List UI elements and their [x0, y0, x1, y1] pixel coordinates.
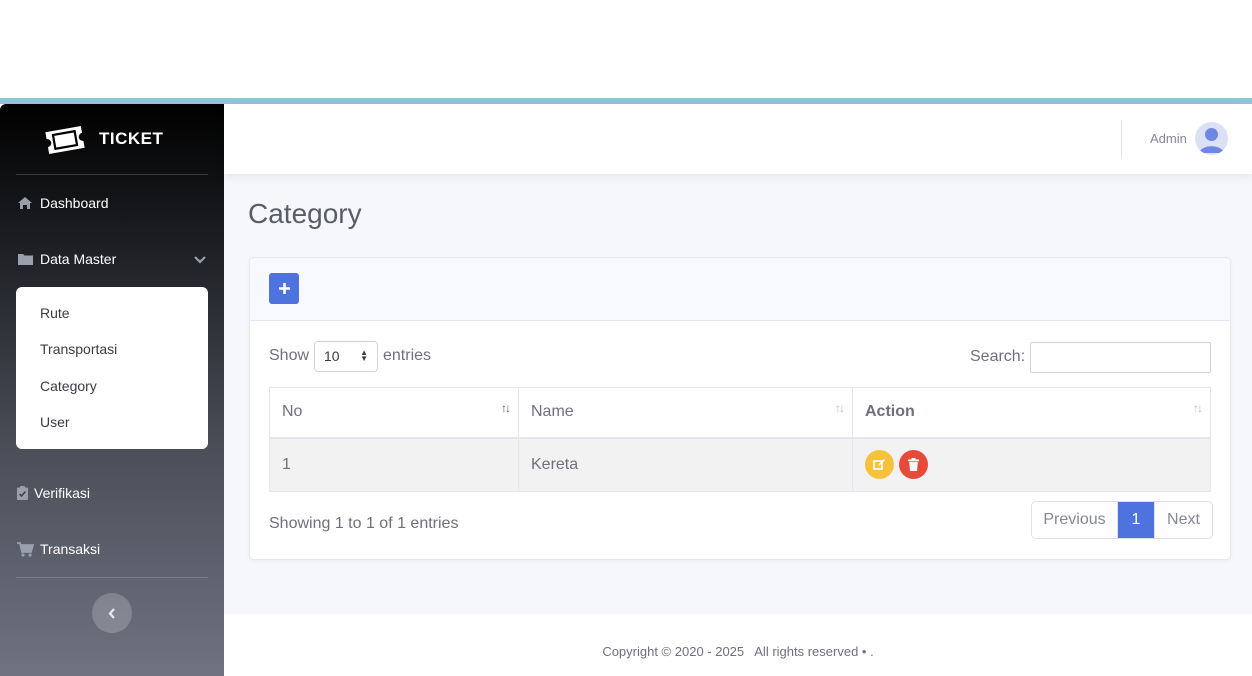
- delete-button[interactable]: [899, 450, 929, 480]
- submenu-item-transportasi[interactable]: Transportasi: [40, 341, 117, 357]
- submenu-item-rute[interactable]: Rute: [40, 305, 70, 321]
- main-content: Category Show 10 ▲ ▼ entries Search: No ↑…: [224, 174, 1252, 614]
- clipboard-check-icon: [16, 484, 28, 502]
- sidebar-item-transaksi[interactable]: Transaksi: [16, 536, 208, 562]
- footer: Copyright © 2020 - 2025 All rights reser…: [224, 614, 1252, 676]
- add-category-button[interactable]: [269, 273, 299, 304]
- column-header-name[interactable]: Name ↑↓: [518, 387, 853, 439]
- home-icon: [16, 194, 34, 212]
- sidebar-item-label: Verifikasi: [34, 485, 91, 501]
- length-show-label: Show: [269, 347, 310, 364]
- sort-icon: ↑↓: [1193, 401, 1203, 415]
- length-entries-label: entries: [383, 347, 432, 364]
- cell-name: Kereta: [518, 437, 853, 492]
- page-title: Category: [248, 198, 362, 229]
- pagination-page-1[interactable]: 1: [1118, 502, 1154, 538]
- sort-icon: ↑↓: [501, 401, 511, 415]
- sidebar-item-data-master[interactable]: Data Master: [16, 246, 208, 272]
- column-header-no[interactable]: No ↑↓: [269, 387, 519, 439]
- trash-icon: [908, 458, 920, 472]
- pagination-next-button[interactable]: Next: [1154, 502, 1212, 538]
- edit-icon: [873, 459, 885, 471]
- search-label: Search:: [970, 348, 1026, 365]
- sidebar-item-label: Transaksi: [40, 541, 101, 557]
- pagination: Previous 1 Next: [1031, 501, 1213, 539]
- submenu-item-user[interactable]: User: [40, 414, 70, 430]
- column-header-label: No: [282, 403, 303, 421]
- cell-action: [852, 437, 1211, 492]
- sidebar-divider: [16, 577, 208, 578]
- topbar-divider: [1121, 120, 1122, 158]
- footer-copyright: Copyright © 2020 - 2025 All rights reser…: [602, 644, 874, 659]
- ticket-icon: [45, 126, 85, 154]
- folder-icon: [16, 250, 34, 268]
- shopping-cart-icon: [16, 540, 34, 558]
- user-avatar-icon[interactable]: [1195, 122, 1228, 155]
- entries-length-value: 10: [324, 348, 340, 364]
- chevron-left-icon: [108, 607, 115, 619]
- chevron-down-icon: [194, 251, 206, 267]
- table-header-row: No ↑↓ Name ↑↓ Action ↑↓: [269, 387, 1211, 439]
- sidebar-item-dashboard[interactable]: Dashboard: [16, 190, 208, 216]
- pagination-previous-button[interactable]: Previous: [1032, 502, 1118, 538]
- sort-icon: ↑↓: [835, 401, 845, 415]
- card-header: [250, 258, 1230, 321]
- user-name[interactable]: Admin: [1150, 131, 1187, 146]
- select-arrows-icon: ▲ ▼: [360, 348, 368, 363]
- cell-no: 1: [269, 437, 519, 492]
- sidebar-toggle-button[interactable]: [92, 593, 132, 633]
- brand-name: TICKET: [99, 129, 164, 148]
- category-card: Show 10 ▲ ▼ entries Search: No ↑↓ Name ↑↓: [249, 257, 1231, 560]
- edit-button[interactable]: [865, 450, 894, 480]
- submenu-item-category[interactable]: Category: [40, 378, 97, 394]
- column-header-action[interactable]: Action ↑↓: [852, 387, 1211, 439]
- column-header-label: Action: [865, 403, 915, 421]
- sidebar-item-label: Dashboard: [40, 195, 109, 211]
- column-header-label: Name: [531, 403, 574, 421]
- plus-icon: [278, 283, 290, 294]
- sidebar-divider: [16, 174, 208, 175]
- topbar: Admin: [224, 104, 1252, 174]
- category-table: No ↑↓ Name ↑↓ Action ↑↓ 1 Kereta: [269, 387, 1211, 492]
- sidebar-item-verifikasi[interactable]: Verifikasi: [16, 480, 208, 506]
- table-row: 1 Kereta: [269, 437, 1211, 492]
- sidebar: TICKET Dashboard Data Master Rute Transp…: [0, 104, 224, 676]
- data-master-submenu: Rute Transportasi Category User: [16, 287, 208, 449]
- entries-length-select[interactable]: 10 ▲ ▼: [314, 341, 378, 372]
- sidebar-brand[interactable]: TICKET: [0, 104, 224, 174]
- sidebar-item-label: Data Master: [40, 251, 117, 267]
- table-info: Showing 1 to 1 of 1 entries: [269, 515, 459, 532]
- search-input[interactable]: [1030, 342, 1211, 373]
